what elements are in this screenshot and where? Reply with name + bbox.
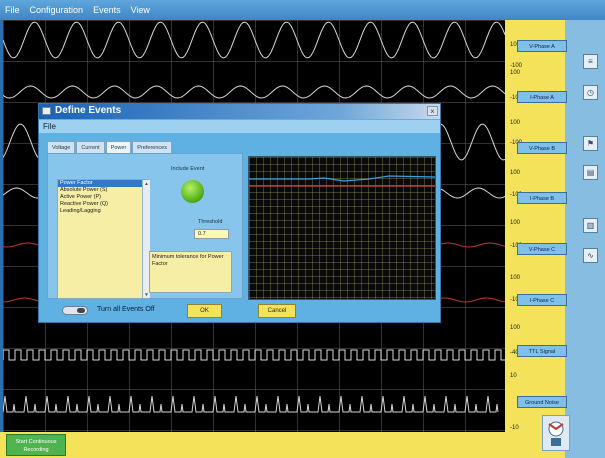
channel-button-i-phase-b[interactable]: I-Phase B <box>517 192 567 204</box>
scale-label: 100 <box>510 325 521 331</box>
window-icon <box>42 107 51 115</box>
scale-label: 100 <box>510 70 521 76</box>
channel-button-ground-noise[interactable]: Ground Noise <box>517 396 567 408</box>
event-list-item[interactable]: Power Factor <box>58 180 148 187</box>
threshold-label: Threshold <box>198 219 223 225</box>
scale-label: -100 <box>510 63 523 69</box>
channel-button-v-phase-a[interactable]: V-Phase A <box>517 40 567 52</box>
preview-traces <box>249 175 436 187</box>
channel-panel: 100 -100 100 -100 100 -100 100 -100 100 -100 100 -1… <box>505 20 605 458</box>
clock-icon[interactable]: ◷ <box>583 85 598 100</box>
include-event-indicator[interactable] <box>181 180 204 203</box>
menu-bar: File Configuration Events View <box>0 0 605 20</box>
channel-button-i-phase-c[interactable]: I-Phase C <box>517 294 567 306</box>
preview-blue-trace <box>249 175 436 182</box>
waveform-icon[interactable]: ∿ <box>583 248 598 263</box>
trace-v-phase-a <box>3 21 505 59</box>
power-tab-panel: Power Factor Absolute Power (S) Active Pow… <box>47 153 243 299</box>
tab-voltage[interactable]: Voltage <box>47 141 76 153</box>
channel-button-ttl-signal[interactable]: TTL Signal <box>517 345 567 357</box>
close-icon[interactable]: × <box>427 106 438 116</box>
scale-column: 100 -100 100 -100 100 -100 100 -100 100 -100 100 -1… <box>505 20 565 458</box>
channel-button-i-phase-a[interactable]: I-Phase A <box>517 91 567 103</box>
scale-label: 100 <box>510 170 521 176</box>
tab-strip: Voltage Current Power Preferences <box>47 141 173 153</box>
channel-button-v-phase-b[interactable]: V-Phase B <box>517 142 567 154</box>
scale-label: -10 <box>510 425 519 431</box>
scale-label: 100 <box>510 275 521 281</box>
scroll-up-icon[interactable]: ▲ <box>143 180 150 187</box>
menu-events[interactable]: Events <box>93 0 121 20</box>
record-button-line2: Recording <box>23 447 49 453</box>
ok-button[interactable]: OK <box>187 304 222 318</box>
menu-configuration[interactable]: Configuration <box>30 0 84 20</box>
define-events-dialog: Define Events × File Voltage Current Power… <box>38 103 441 323</box>
bottom-bar: Start Continuous Recording <box>0 432 505 458</box>
trace-ground-noise <box>3 395 499 413</box>
include-event-label: Include Event <box>171 166 205 172</box>
events-toggle[interactable] <box>62 306 88 315</box>
event-list[interactable]: Power Factor Absolute Power (S) Active Pow… <box>57 179 150 299</box>
tab-preferences[interactable]: Preferences <box>132 141 172 153</box>
event-list-item[interactable]: Reactive Power (Q) <box>58 201 148 208</box>
app-logo-icon <box>542 415 570 451</box>
dialog-menu-bar: File <box>39 120 440 133</box>
dialog-title-bar[interactable]: Define Events × <box>39 104 440 119</box>
tab-power[interactable]: Power <box>105 141 132 153</box>
trace-i-phase-a <box>3 85 505 99</box>
scale-label: 100 <box>510 220 521 226</box>
event-list-item[interactable]: Absolute Power (S) <box>58 187 148 194</box>
scale-label: 10 <box>510 373 517 379</box>
toggle-label: Turn all Events Off <box>97 306 155 313</box>
cancel-button[interactable]: Cancel <box>258 304 296 318</box>
event-list-item[interactable]: Active Power (P) <box>58 194 148 201</box>
scale-label: 100 <box>510 120 521 126</box>
event-description: Minimum tolerance for Power Factor <box>149 251 232 293</box>
settings-icon[interactable]: ≡ <box>583 54 598 69</box>
dialog-menu-file[interactable]: File <box>43 120 56 133</box>
tab-current[interactable]: Current <box>76 141 105 153</box>
threshold-input[interactable] <box>194 229 229 239</box>
events-icon[interactable]: ⚑ <box>583 136 598 151</box>
menu-file[interactable]: File <box>5 0 20 20</box>
menu-view[interactable]: View <box>131 0 150 20</box>
channel-button-v-phase-c[interactable]: V-Phase C <box>517 243 567 255</box>
chart-icon[interactable]: ▥ <box>583 218 598 233</box>
start-recording-button[interactable]: Start Continuous Recording <box>6 434 66 456</box>
record-button-line1: Start Continuous <box>15 439 57 445</box>
trace-ttl-signal <box>3 349 505 361</box>
dialog-title: Define Events <box>55 105 122 116</box>
report-icon[interactable]: ▤ <box>583 165 598 180</box>
event-list-item[interactable]: Leading/Lagging <box>58 208 148 215</box>
event-preview-graph <box>248 156 436 300</box>
